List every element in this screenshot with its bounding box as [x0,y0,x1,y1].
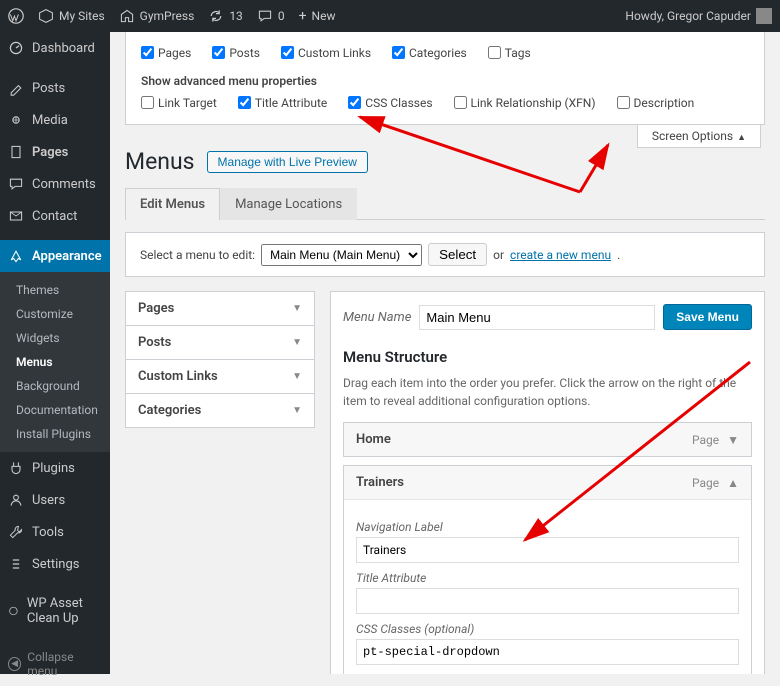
nav-media[interactable]: Media [0,104,110,136]
caret-down-icon: ▼ [727,433,739,447]
caret-down-icon: ▼ [292,405,302,416]
opt-custom-links[interactable]: Custom Links [281,46,371,60]
css-classes-lbl: CSS Classes (optional) [356,622,739,636]
avatar [756,8,772,24]
admin-bar: My Sites GymPress 13 0 +New Howdy, Grego… [0,0,780,32]
sub-background[interactable]: Background [0,374,110,398]
nav-plugins[interactable]: Plugins [0,452,110,484]
menu-item-trainers-head[interactable]: TrainersPage▲ [344,466,751,499]
caret-up-icon: ▲ [727,476,739,490]
save-menu-button[interactable]: Save Menu [663,304,752,330]
content-area: Pages Posts Custom Links Categories Tags… [110,32,780,674]
opt-description[interactable]: Description [617,96,695,110]
new-content[interactable]: +New [299,8,336,24]
opt-css-classes[interactable]: CSS Classes [348,96,432,110]
caret-up-icon: ▲ [737,133,746,143]
site-name[interactable]: GymPress [119,8,195,24]
nav-users[interactable]: Users [0,484,110,516]
live-preview-button[interactable]: Manage with Live Preview [207,151,368,173]
comments-bubble[interactable]: 0 [257,8,285,24]
tab-edit-menus[interactable]: Edit Menus [125,188,220,220]
opt-link-rel[interactable]: Link Relationship (XFN) [454,96,596,110]
menu-edit-column: Menu Name Save Menu Menu Structure Drag … [330,291,765,674]
screen-options-toggle[interactable]: Screen Options▲ [637,125,761,148]
nav-posts[interactable]: Posts [0,72,110,104]
or-text: or [493,248,504,262]
screen-options-panel: Pages Posts Custom Links Categories Tags… [125,32,765,125]
acc-pages[interactable]: Pages▼ [125,291,315,326]
menu-select-bar: Select a menu to edit: Main Menu (Main M… [125,232,765,277]
nav-settings[interactable]: Settings [0,548,110,580]
nav-label-input[interactable] [356,537,739,563]
sub-install-plugins[interactable]: Install Plugins [0,422,110,446]
menu-name-label: Menu Name [343,310,411,325]
updates[interactable]: 13 [208,8,243,24]
nav-label-lbl: Navigation Label [356,520,739,534]
select-label: Select a menu to edit: [140,248,255,262]
nav-tools[interactable]: Tools [0,516,110,548]
nav-comments[interactable]: Comments [0,168,110,200]
menu-select[interactable]: Main Menu (Main Menu) [261,244,422,266]
howdy-user[interactable]: Howdy, Gregor Capuder [625,8,772,24]
acc-categories[interactable]: Categories▼ [125,393,315,428]
sub-themes[interactable]: Themes [0,278,110,302]
opt-posts[interactable]: Posts [212,46,260,60]
opt-tags[interactable]: Tags [488,46,531,60]
page-title: Menus [125,148,195,175]
my-sites[interactable]: My Sites [38,8,105,24]
css-classes-input[interactable] [356,639,739,665]
nav-wp-asset[interactable]: WP Asset Clean Up [0,588,110,634]
acc-custom-links[interactable]: Custom Links▼ [125,359,315,394]
add-items-column: Pages▼ Posts▼ Custom Links▼ Categories▼ [125,291,315,674]
caret-down-icon: ▼ [292,303,302,314]
sub-menus[interactable]: Menus [0,350,110,374]
wp-logo[interactable] [8,8,24,24]
menu-item-home[interactable]: HomePage▼ [343,422,752,457]
caret-down-icon: ▼ [292,371,302,382]
tab-manage-locations[interactable]: Manage Locations [220,188,357,220]
select-button[interactable]: Select [428,243,487,266]
opt-pages[interactable]: Pages [141,46,191,60]
admin-sidebar: Dashboard Posts Media Pages Comments Con… [0,32,110,674]
create-new-menu-link[interactable]: create a new menu [510,248,611,262]
advanced-heading: Show advanced menu properties [141,70,749,92]
opt-categories[interactable]: Categories [392,46,467,60]
sub-documentation[interactable]: Documentation [0,398,110,422]
structure-title: Menu Structure [343,348,752,366]
opt-title-attribute[interactable]: Title Attribute [238,96,327,110]
nav-pages[interactable]: Pages [0,136,110,168]
caret-down-icon: ▼ [292,337,302,348]
menu-item-trainers: TrainersPage▲ Navigation Label Title Att… [343,465,752,674]
appearance-submenu: Themes Customize Widgets Menus Backgroun… [0,272,110,452]
sub-widgets[interactable]: Widgets [0,326,110,350]
title-attr-lbl: Title Attribute [356,571,739,585]
menu-tabs: Edit Menus Manage Locations [125,187,765,220]
collapse-menu[interactable]: ◀Collapse menu [0,642,110,686]
nav-appearance[interactable]: Appearance [0,240,110,272]
nav-dashboard[interactable]: Dashboard [0,32,110,64]
opt-link-target[interactable]: Link Target [141,96,217,110]
nav-contact[interactable]: Contact [0,200,110,232]
structure-desc: Drag each item into the order you prefer… [343,374,752,410]
acc-posts[interactable]: Posts▼ [125,325,315,360]
title-attr-input[interactable] [356,588,739,614]
sub-customize[interactable]: Customize [0,302,110,326]
menu-name-input[interactable] [419,305,655,330]
